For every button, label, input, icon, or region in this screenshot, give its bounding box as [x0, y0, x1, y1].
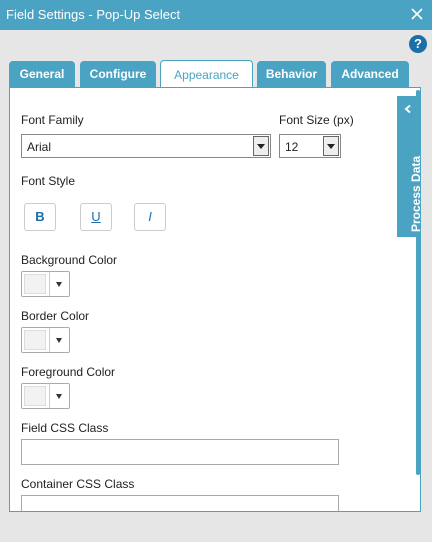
container-css-class-input[interactable] — [21, 495, 339, 511]
background-color-picker[interactable] — [21, 271, 70, 297]
container-css-class-label: Container CSS Class — [21, 477, 135, 491]
chevron-down-icon[interactable] — [253, 136, 269, 156]
appearance-panel: Font Family Arial Font Size (px) 12 Font… — [9, 87, 421, 512]
field-css-class-input[interactable] — [21, 439, 339, 465]
color-swatch — [24, 274, 46, 294]
divider — [49, 384, 50, 408]
tab-appearance[interactable]: Appearance — [160, 60, 253, 89]
border-color-label: Border Color — [21, 309, 90, 323]
tab-general[interactable]: General — [9, 61, 75, 88]
chevron-down-icon — [56, 338, 62, 343]
font-style-label: Font Style — [21, 174, 76, 188]
chevron-down-icon[interactable] — [323, 136, 339, 156]
tab-configure[interactable]: Configure — [80, 61, 156, 88]
chevron-left-icon — [404, 105, 411, 113]
color-swatch — [24, 330, 46, 350]
chevron-down-icon — [56, 394, 62, 399]
color-swatch — [24, 386, 46, 406]
font-family-select[interactable]: Arial — [21, 134, 271, 158]
field-css-class-label: Field CSS Class — [21, 421, 109, 435]
tab-behavior[interactable]: Behavior — [257, 61, 326, 88]
chevron-down-icon — [56, 282, 62, 287]
process-data-tab[interactable]: Process Data — [397, 96, 423, 237]
font-size-value: 12 — [285, 140, 299, 154]
foreground-color-label: Foreground Color — [21, 365, 116, 379]
close-icon[interactable] — [408, 5, 426, 23]
underline-button[interactable]: U — [80, 203, 112, 231]
process-data-label: Process Data — [409, 155, 423, 232]
border-color-picker[interactable] — [21, 327, 70, 353]
window-title: Field Settings - Pop-Up Select — [6, 7, 181, 22]
foreground-color-picker[interactable] — [21, 383, 70, 409]
font-family-value: Arial — [27, 140, 52, 154]
font-size-select[interactable]: 12 — [279, 134, 341, 158]
italic-button[interactable]: I — [134, 203, 166, 231]
divider — [49, 272, 50, 296]
title-bar: Field Settings - Pop-Up Select — [0, 0, 432, 30]
background-color-label: Background Color — [21, 253, 118, 267]
help-icon[interactable]: ? — [409, 35, 427, 53]
bold-button[interactable]: B — [24, 203, 56, 231]
font-size-label: Font Size (px) — [279, 113, 354, 127]
tab-advanced[interactable]: Advanced — [331, 61, 409, 88]
divider — [49, 328, 50, 352]
font-family-label: Font Family — [21, 113, 84, 127]
